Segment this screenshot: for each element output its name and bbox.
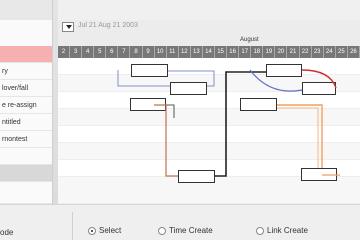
radio-select[interactable]: Select [88, 226, 121, 235]
radio-time-create[interactable]: Time Create [158, 226, 213, 235]
mode-label: ode [0, 228, 14, 237]
radio-link-create[interactable]: Link Create [256, 226, 308, 235]
radio-label: Select [99, 226, 122, 235]
radio-unchecked-icon[interactable] [158, 226, 166, 235]
radio-label: Time Create [169, 226, 213, 235]
radio-label: Link Create [267, 226, 308, 235]
panel-divider [72, 212, 73, 240]
radio-unchecked-icon[interactable] [256, 226, 264, 235]
radio-checked-icon[interactable] [88, 226, 96, 235]
